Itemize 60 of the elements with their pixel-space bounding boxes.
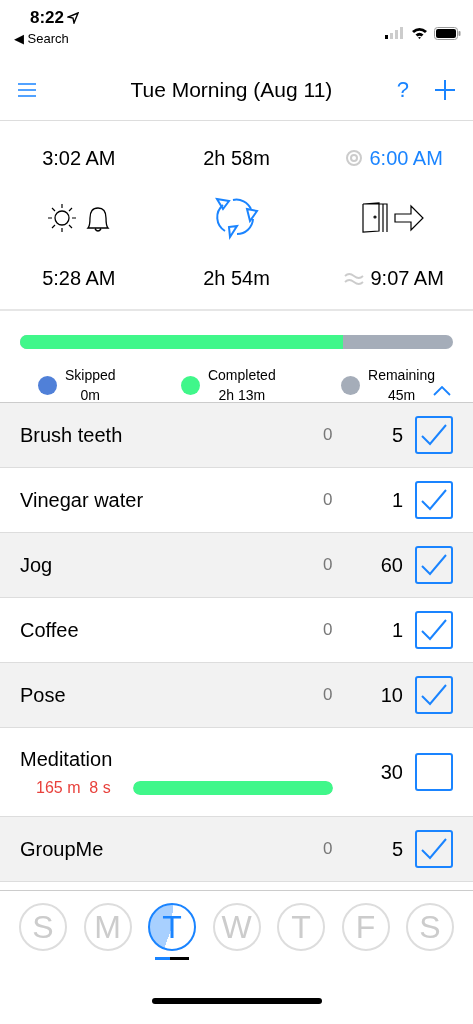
task-row[interactable]: GroupMe 0 5 xyxy=(0,817,473,882)
approximately-icon xyxy=(344,271,365,285)
legend-label: Remaining xyxy=(368,366,435,385)
task-checkbox[interactable] xyxy=(415,830,453,868)
task-checkbox[interactable] xyxy=(415,676,453,714)
task-name: Jog xyxy=(20,553,54,577)
legend-label: Completed xyxy=(207,366,276,385)
start-time: 3:02 AM xyxy=(42,146,116,170)
target-time[interactable]: 6:00 AM xyxy=(369,146,443,170)
task-minutes: 1 xyxy=(390,618,403,642)
skip-count: 0 xyxy=(323,620,334,640)
leave-time: 9:07 AM xyxy=(370,266,444,290)
location-arrow-icon xyxy=(67,12,80,24)
task-name: Brush teeth xyxy=(20,423,124,447)
skip-count: 0 xyxy=(323,425,334,445)
skip-count: 0 xyxy=(323,839,334,859)
task-minutes: 5 xyxy=(390,837,403,861)
task-name: Vinegar water xyxy=(20,488,145,512)
task-checkbox[interactable] xyxy=(415,481,453,519)
task-name: GroupMe xyxy=(20,837,105,861)
wifi-icon xyxy=(411,27,428,39)
legend-value: 2h 13m xyxy=(218,386,266,405)
task-minutes: 5 xyxy=(390,423,403,447)
sun-icon xyxy=(45,202,78,234)
task-minutes: 30 xyxy=(379,760,403,784)
actual-duration: 2h 54m xyxy=(203,266,270,290)
collapse-chevron-icon[interactable] xyxy=(433,386,451,396)
target-icon xyxy=(345,149,364,167)
task-name: Coffee xyxy=(20,618,80,642)
battery-icon xyxy=(434,26,461,40)
signal-icon xyxy=(385,27,405,39)
legend-value: 45m xyxy=(387,386,416,405)
task-row[interactable]: Pose 0 10 xyxy=(0,663,473,728)
task-minutes: 1 xyxy=(390,488,403,512)
refresh-cycle-icon[interactable] xyxy=(213,195,260,241)
task-name: Pose xyxy=(20,683,67,707)
screen-title: Tue Morning (Aug 11) xyxy=(129,78,334,102)
task-checkbox[interactable] xyxy=(415,416,453,454)
task-minutes: 10 xyxy=(379,683,403,707)
task-checkbox[interactable] xyxy=(415,611,453,649)
add-icon[interactable] xyxy=(435,80,455,100)
back-to-search-link[interactable]: ◀ Search xyxy=(14,31,80,46)
task-minutes: 60 xyxy=(379,553,403,577)
task-checkbox[interactable] xyxy=(415,546,453,584)
skip-count: 0 xyxy=(323,685,334,705)
planned-duration: 2h 58m xyxy=(203,146,270,170)
day-button[interactable]: T xyxy=(148,903,196,951)
legend-value: 0m xyxy=(80,386,100,405)
task-row[interactable]: Brush teeth 0 5 xyxy=(0,403,473,468)
elapsed-timer: 165 m 8 s xyxy=(35,778,111,797)
menu-icon[interactable] xyxy=(18,83,36,97)
task-name: Meditation xyxy=(20,747,114,771)
legend-label: Skipped xyxy=(65,366,116,385)
status-time: 8:22 xyxy=(30,8,65,28)
help-button[interactable]: ? xyxy=(396,77,409,103)
skip-count: 0 xyxy=(323,490,334,510)
skip-count: 0 xyxy=(323,555,334,575)
task-row[interactable]: Jog 0 60 xyxy=(0,533,473,598)
task-checkbox[interactable] xyxy=(415,753,453,791)
wake-time: 5:28 AM xyxy=(42,266,116,290)
